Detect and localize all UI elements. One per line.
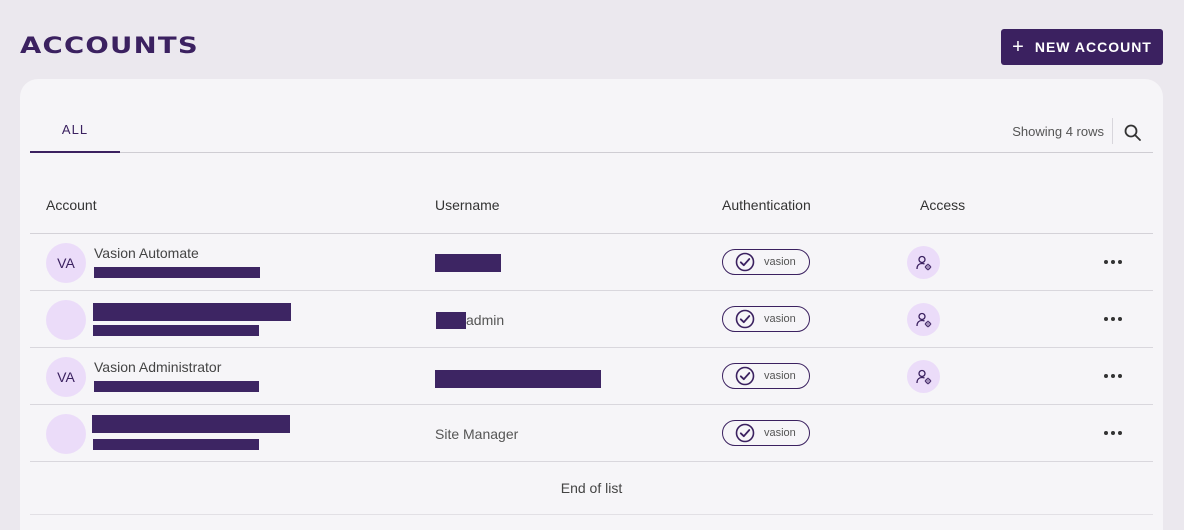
redacted-username [435, 254, 501, 272]
avatar [46, 414, 86, 454]
redacted-username [435, 370, 601, 388]
table-row[interactable]: Site Manager vasion [30, 405, 1153, 462]
row-count-label: Showing 4 rows [1012, 124, 1104, 139]
plus-icon: + [1012, 36, 1025, 58]
account-name: Vasion Automate [94, 245, 199, 261]
avatar: VA [46, 243, 86, 283]
username: admin [466, 312, 505, 328]
tab-bar: ALL Showing 4 rows [30, 118, 1153, 153]
header-authentication[interactable]: Authentication [722, 197, 811, 213]
auth-badge: vasion [722, 249, 810, 275]
auth-label: vasion [764, 370, 796, 382]
table-row[interactable]: admin vasion [30, 291, 1153, 348]
check-circle-icon [735, 423, 755, 443]
redacted-email [94, 381, 259, 392]
check-circle-icon [735, 252, 755, 272]
redacted-name [92, 415, 290, 433]
more-options-icon[interactable] [1102, 366, 1124, 386]
auth-badge: vasion [722, 306, 810, 332]
avatar [46, 300, 86, 340]
auth-badge: vasion [722, 363, 810, 389]
auth-label: vasion [764, 427, 796, 439]
more-options-icon[interactable] [1102, 309, 1124, 329]
end-of-list: End of list [30, 462, 1153, 515]
auth-badge: vasion [722, 420, 810, 446]
search-icon[interactable] [1123, 123, 1143, 143]
page-title: ACCOUNTS [20, 34, 199, 59]
header-access[interactable]: Access [920, 197, 965, 213]
header-username[interactable]: Username [435, 197, 500, 213]
redacted-name [93, 303, 291, 321]
redacted-username-prefix [436, 312, 466, 329]
auth-label: vasion [764, 256, 796, 268]
auth-label: vasion [764, 313, 796, 325]
user-settings-icon[interactable] [907, 246, 940, 279]
check-circle-icon [735, 309, 755, 329]
table-row[interactable]: VA Vasion Automate vasion [30, 234, 1153, 291]
divider [1112, 118, 1113, 144]
header-account[interactable]: Account [46, 197, 97, 213]
redacted-email [93, 325, 259, 336]
user-settings-icon[interactable] [907, 303, 940, 336]
user-settings-icon[interactable] [907, 360, 940, 393]
redacted-email [93, 439, 259, 450]
more-options-icon[interactable] [1102, 252, 1124, 272]
accounts-card: ALL Showing 4 rows Account Username Auth… [20, 79, 1163, 530]
table-row[interactable]: VA Vasion Administrator vasion [30, 348, 1153, 405]
account-name: Vasion Administrator [94, 359, 222, 375]
username: Site Manager [435, 426, 519, 442]
check-circle-icon [735, 366, 755, 386]
new-account-label: NEW ACCOUNT [1034, 39, 1152, 55]
tab-all[interactable]: ALL [30, 119, 120, 153]
new-account-button[interactable]: + NEW ACCOUNT [1001, 29, 1163, 65]
avatar: VA [46, 357, 86, 397]
table-header: Account Username Authentication Access [30, 184, 1153, 234]
redacted-email [94, 267, 260, 278]
more-options-icon[interactable] [1102, 423, 1124, 443]
